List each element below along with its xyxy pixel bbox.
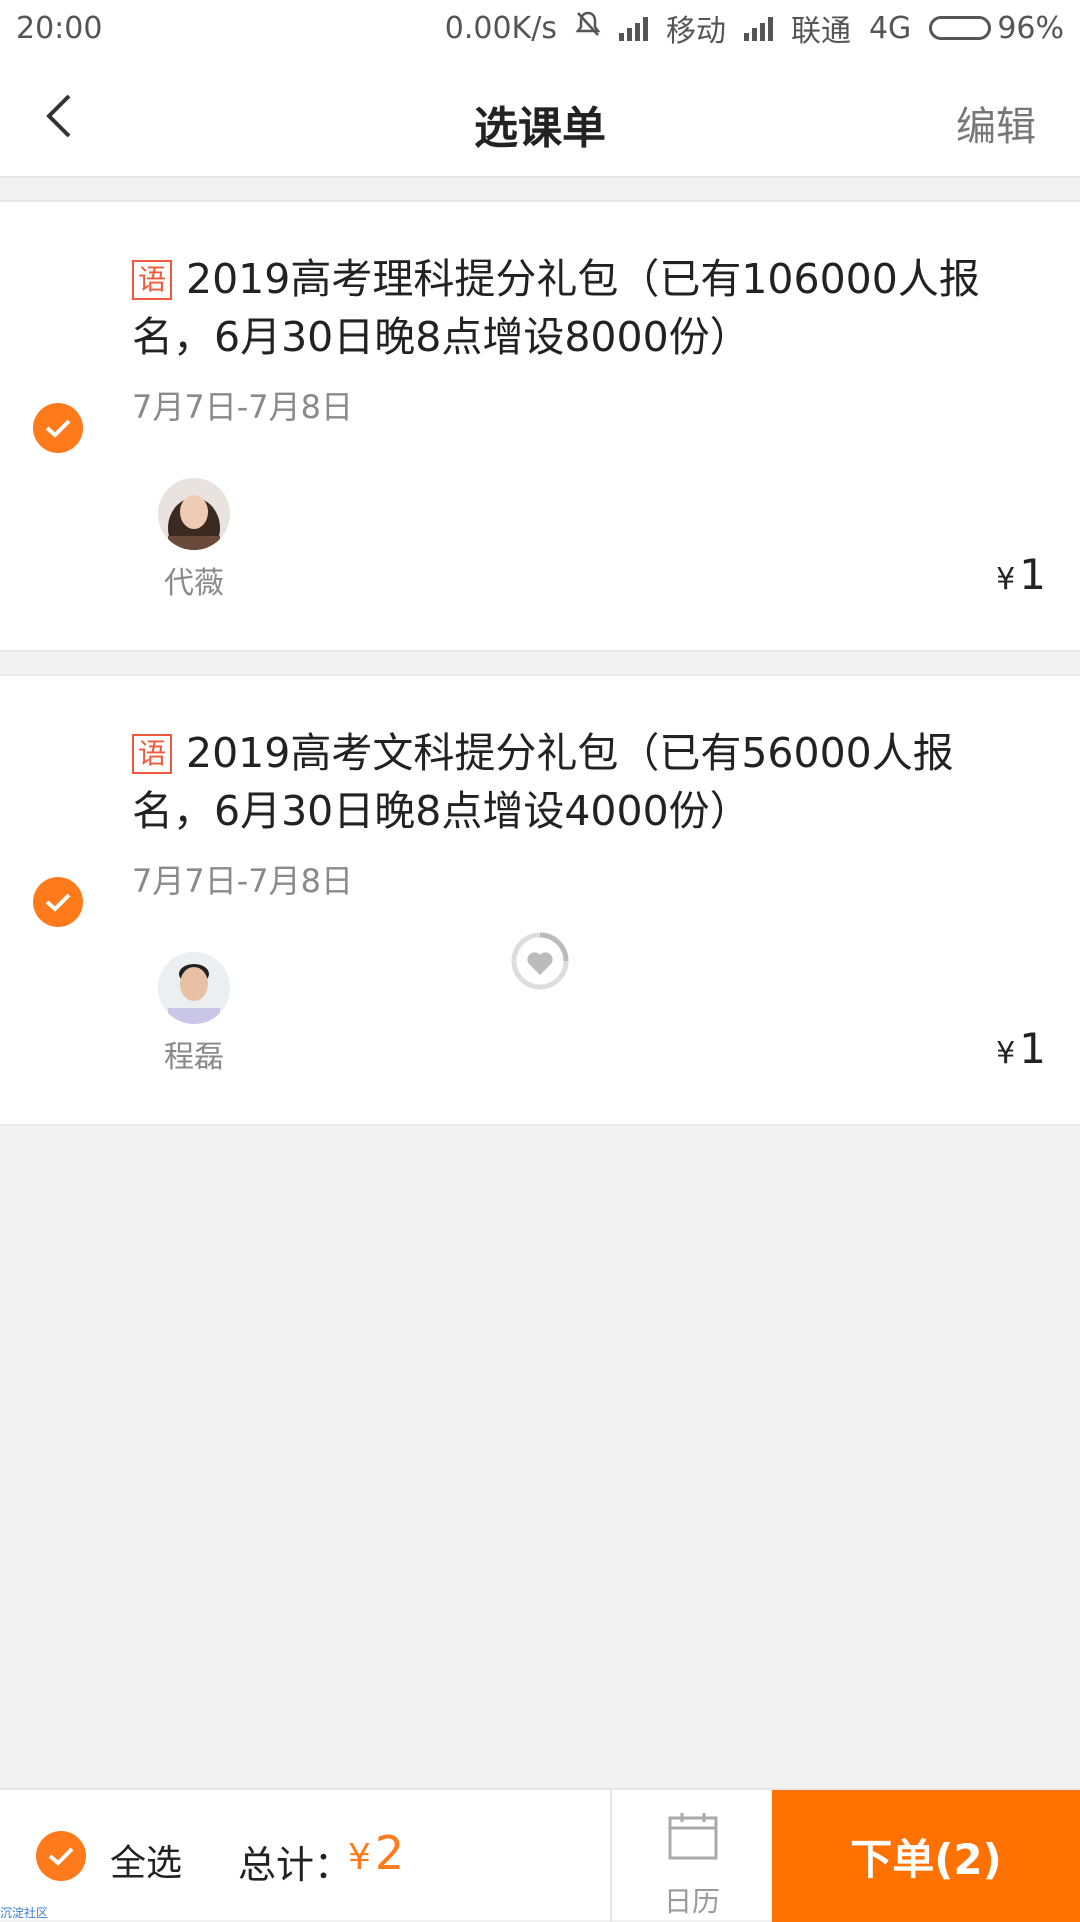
mute-bell-icon: [575, 10, 601, 46]
watermark: 沉淀社区: [0, 1906, 49, 1920]
teacher[interactable]: 代薇: [150, 478, 238, 602]
check-icon: [45, 419, 71, 438]
check-icon: [48, 1847, 74, 1866]
total-label: 总计：: [238, 1843, 353, 1887]
total-symbol: ¥: [348, 1837, 371, 1878]
battery-percent: 96%: [997, 10, 1064, 46]
price-symbol: ¥: [996, 1036, 1016, 1071]
course-title: 语 2019高考文科提分礼包（已有56000人报名，6月30日晚8点增设4000份…: [132, 724, 1012, 840]
course-checkbox[interactable]: [33, 403, 83, 453]
signal-icon-1: [618, 15, 648, 41]
teacher[interactable]: 程磊: [150, 952, 238, 1076]
network-type: 4G: [868, 10, 912, 46]
teacher-name: 代薇: [164, 566, 224, 601]
teacher-avatar: [158, 478, 230, 550]
calendar-label: 日历: [663, 1885, 720, 1918]
subject-tag: 语: [132, 260, 172, 300]
subject-tag: 语: [132, 734, 172, 774]
course-title: 语 2019高考理科提分礼包（已有106000人报名，6月30日晚8点增设8000…: [132, 250, 1012, 366]
place-order-button[interactable]: 下单(2): [772, 1790, 1080, 1922]
price-value: 1: [1019, 550, 1046, 599]
course-card[interactable]: 语 2019高考理科提分礼包（已有106000人报名，6月30日晚8点增设8000…: [0, 200, 1080, 652]
page-title: 选课单: [474, 103, 606, 154]
signal-icon-2: [743, 15, 773, 41]
total-price: ¥2: [348, 1826, 404, 1880]
course-title-text: 2019高考文科提分礼包（已有56000人报名，6月30日晚8点增设4000份）: [132, 729, 954, 835]
course-date-range: 7月7日-7月8日: [132, 862, 353, 900]
select-all-label[interactable]: 全选: [110, 1834, 182, 1886]
course-title-text: 2019高考理科提分礼包（已有106000人报名，6月30日晚8点增设8000份…: [132, 255, 980, 361]
price-value: 1: [1019, 1024, 1046, 1073]
edit-button[interactable]: 编辑: [956, 94, 1036, 152]
status-bar: 20:00 0.00K/s 移动 联通 4G 96%: [0, 0, 1080, 56]
course-price: ¥1: [996, 550, 1046, 599]
loading-spinner-icon: [510, 931, 570, 991]
course-date-range: 7月7日-7月8日: [132, 388, 353, 426]
header: 选课单 编辑: [0, 56, 1080, 178]
check-icon: [45, 893, 71, 912]
course-card[interactable]: 语 2019高考文科提分礼包（已有56000人报名，6月30日晚8点增设4000份…: [0, 674, 1080, 1126]
price-symbol: ¥: [996, 562, 1016, 597]
course-checkbox[interactable]: [33, 877, 83, 927]
calendar-button[interactable]: 日历: [610, 1790, 772, 1922]
teacher-avatar: [158, 952, 230, 1024]
calendar-icon: [668, 1813, 718, 1860]
course-price: ¥1: [996, 1024, 1046, 1073]
teacher-name: 程磊: [164, 1040, 224, 1075]
carrier1: 移动: [665, 14, 726, 49]
battery-icon: [929, 16, 992, 40]
carrier2: 联通: [790, 14, 851, 49]
bottom-bar: 全选 总计： ¥2 日历 下单(2): [0, 1788, 1080, 1922]
battery-indicator: 96%: [929, 11, 1064, 46]
select-all-checkbox[interactable]: [36, 1831, 86, 1881]
total-value: 2: [374, 1826, 405, 1880]
network-speed: 0.00K/s: [444, 10, 557, 46]
status-time: 20:00: [16, 10, 103, 46]
status-indicators: 0.00K/s 移动 联通 4G 96%: [445, 6, 1064, 50]
